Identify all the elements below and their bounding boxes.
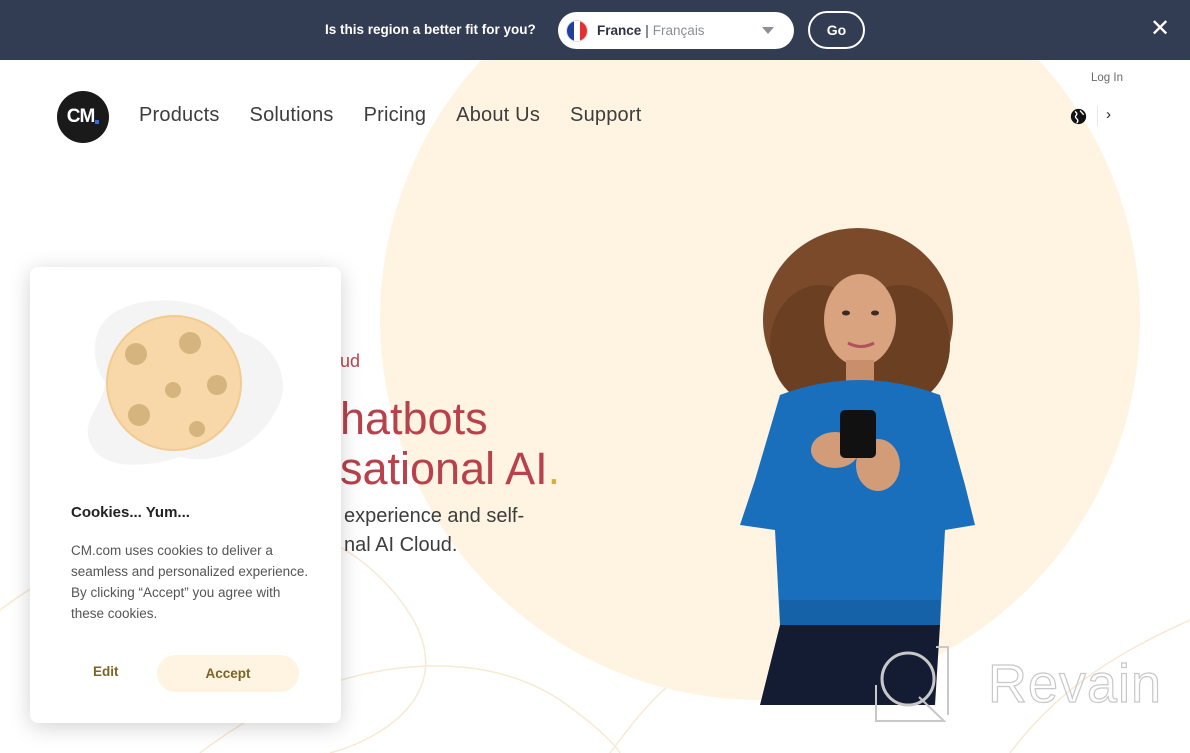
hero-subtitle: experience and self- nal AI Cloud.: [344, 502, 524, 560]
cookie-title: Cookies... Yum...: [71, 504, 190, 521]
region-country: France: [597, 23, 642, 38]
cookie-accept-button[interactable]: Accept: [157, 655, 299, 692]
flag-stripe: [573, 20, 581, 41]
region-select[interactable]: France | Français: [558, 12, 794, 49]
main-nav: Products Solutions Pricing About Us Supp…: [139, 104, 671, 127]
hero-subtitle-line1: experience and self-: [344, 505, 525, 527]
region-language: Français: [652, 23, 705, 38]
close-icon[interactable]: ✕: [1150, 17, 1170, 41]
dropdown-caret-icon: [762, 27, 774, 34]
france-flag-icon: [566, 19, 588, 42]
heading-accent-dot: .: [547, 443, 561, 494]
login-link[interactable]: Log In: [1091, 72, 1123, 84]
hero-heading-line2-text: sational AI: [340, 443, 548, 494]
region-question: Is this region a better fit for you?: [325, 22, 536, 37]
nav-support[interactable]: Support: [570, 104, 641, 127]
region-separator: |: [645, 23, 649, 38]
cookie-icon: [87, 300, 283, 465]
go-button[interactable]: Go: [808, 11, 865, 49]
flag-stripe: [580, 20, 587, 41]
hero-heading-line2: sational AI.: [340, 444, 560, 494]
cookie-edit-button[interactable]: Edit: [93, 664, 119, 679]
region-banner: Is this region a better fit for you? Fra…: [0, 0, 1190, 60]
hero-person-image: [740, 228, 975, 705]
hero-kicker: ud: [340, 351, 361, 371]
logo-dot: [95, 120, 100, 124]
revain-logo-icon: [875, 646, 949, 722]
logo-text: CM: [66, 106, 96, 127]
cookie-description: CM.com uses cookies to deliver a seamles…: [71, 543, 309, 621]
nav-about-us[interactable]: About Us: [456, 104, 540, 127]
chevron-right-icon[interactable]: ›: [1106, 106, 1111, 123]
nav-products[interactable]: Products: [139, 104, 220, 127]
hero-heading: hatbots sational AI.: [340, 394, 560, 494]
hero-heading-line1: hatbots: [340, 393, 488, 444]
watermark-text: Revain: [987, 653, 1163, 714]
nav-pricing[interactable]: Pricing: [364, 104, 427, 127]
hero-subtitle-line2: nal AI Cloud.: [344, 534, 458, 556]
revain-watermark: Revain: [874, 645, 1164, 725]
page: Is this region a better fit for you? Fra…: [0, 0, 1190, 753]
cookie-consent-dialog: Cookies... Yum... CM.com uses cookies to…: [30, 267, 341, 723]
cm-logo[interactable]: CM: [57, 91, 109, 143]
nav-solutions[interactable]: Solutions: [250, 104, 334, 127]
flag-stripe: [567, 20, 574, 41]
globe-icon[interactable]: [1070, 108, 1087, 125]
site-header: CM Products Solutions Pricing About Us S…: [0, 60, 1190, 170]
language-divider: [1097, 106, 1098, 126]
